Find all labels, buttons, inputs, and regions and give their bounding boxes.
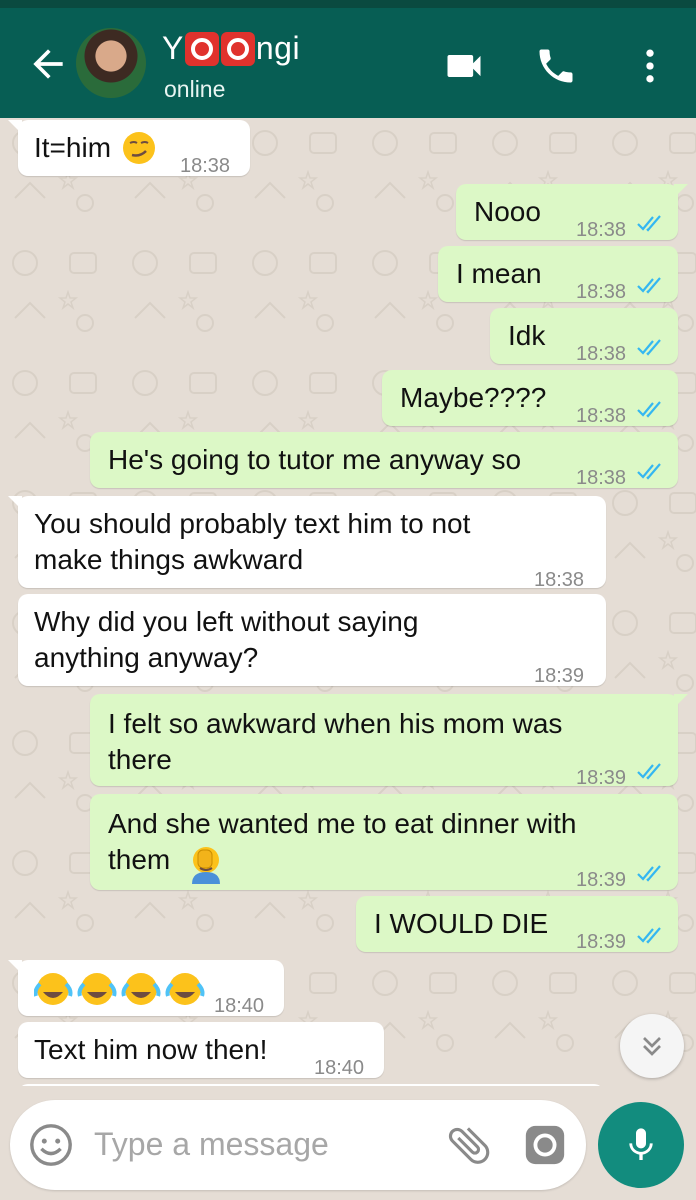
contact-avatar[interactable] (76, 28, 146, 98)
message-bubble-outgoing[interactable]: And she wanted me to eat dinner with the… (90, 794, 678, 891)
message-bubble-incoming[interactable]: You should probably text him to not make… (8, 496, 606, 591)
read-receipt-icon (637, 401, 661, 418)
message-bubble-outgoing[interactable]: I felt so awkward when his mom was there… (90, 694, 688, 789)
read-receipt-icon (637, 277, 661, 294)
more-vert-icon[interactable] (628, 44, 672, 88)
read-receipt-icon (637, 865, 661, 882)
microphone-icon (629, 1128, 653, 1160)
message-time: 18:39 (576, 931, 627, 953)
tears-of-joy-emoji-icon (34, 973, 205, 1005)
message-list[interactable]: It=him 18:38 Nooo 18:38 I mean 18:38 Idk… (0, 118, 696, 1086)
message-time: 18:40 (314, 1057, 365, 1079)
message-text-line: I felt so awkward when his mom was (108, 708, 563, 739)
message-text: He's going to tutor me anyway so (108, 444, 522, 475)
message-time: 18:38 (576, 219, 627, 241)
contact-status: online (164, 76, 226, 102)
video-call-icon[interactable] (442, 44, 486, 88)
message-text: It=him (34, 132, 112, 163)
message-input-placeholder: Type a message (94, 1126, 329, 1162)
message-time: 18:38 (576, 405, 627, 427)
message-bubble-outgoing[interactable]: I WOULD DIE 18:39 (356, 896, 678, 953)
facepalm-emoji-icon (192, 847, 220, 884)
message-text-line: make things awkward (34, 544, 304, 575)
message-time: 18:38 (576, 281, 627, 303)
message-text-line: And she wanted me to eat dinner with (108, 808, 577, 839)
back-arrow-icon[interactable] (26, 42, 70, 86)
message-bubble-outgoing[interactable]: I mean 18:38 (438, 246, 678, 303)
read-receipt-icon (637, 463, 661, 480)
o-button-emoji-icon (184, 31, 219, 66)
message-time: 18:39 (534, 665, 585, 687)
message-text: I WOULD DIE (374, 908, 549, 939)
message-bubble-incoming[interactable]: 18:40 (8, 960, 284, 1017)
message-text-line: You should probably text him to not (34, 508, 471, 539)
message-bubble-incoming[interactable]: Why did you left without saying anything… (18, 594, 606, 687)
message-bubble-outgoing[interactable]: He's going to tutor me anyway so 18:38 (90, 432, 678, 489)
message-text-line: there (108, 744, 172, 775)
read-receipt-icon (637, 763, 661, 780)
message-bubble-incoming[interactable]: Text him now then! 18:40 (18, 1022, 384, 1079)
message-bubble-outgoing[interactable]: Nooo 18:38 (456, 184, 688, 241)
o-button-emoji-icon (220, 31, 255, 66)
message-text-line: anything anyway? (34, 642, 259, 673)
message-text: Maybe???? (400, 382, 547, 413)
message-text: I mean (456, 258, 542, 289)
message-time: 18:39 (576, 767, 627, 789)
message-text: Nooo (474, 196, 541, 227)
message-text-line: them (108, 844, 171, 875)
message-time: 18:40 (214, 995, 265, 1017)
contact-name-prefix: Y (162, 30, 184, 66)
read-receipt-icon (637, 215, 661, 232)
double-chevron-down-icon (643, 1037, 661, 1056)
message-input[interactable]: Type a message (10, 1100, 586, 1190)
camera-icon[interactable] (522, 1122, 568, 1168)
phone-icon[interactable] (534, 44, 578, 88)
message-time: 18:38 (180, 155, 231, 177)
message-time: 18:38 (534, 569, 585, 591)
contact-name-suffix: ngi (255, 30, 301, 66)
read-receipt-icon (637, 339, 661, 356)
scroll-to-bottom-button[interactable] (620, 1014, 684, 1078)
contact-name[interactable]: Y ngi (162, 30, 300, 67)
message-bubble-outgoing[interactable]: Idk 18:38 (490, 308, 678, 365)
smirking-face-emoji-icon (123, 132, 155, 164)
chat-header: Y ngi online (0, 8, 696, 118)
attach-icon[interactable] (444, 1120, 494, 1170)
voice-message-button[interactable] (598, 1102, 684, 1188)
message-text-line: Why did you left without saying (34, 606, 419, 637)
message-text: Idk (508, 320, 546, 351)
emoji-icon[interactable] (28, 1122, 74, 1168)
message-time: 18:39 (576, 869, 627, 891)
status-bar (0, 0, 696, 8)
message-time: 18:38 (576, 467, 627, 489)
message-time: 18:38 (576, 343, 627, 365)
composer-bar: Type a message (0, 1086, 696, 1200)
message-bubble-incoming[interactable]: It=him 18:38 (8, 120, 250, 177)
message-bubble-outgoing[interactable]: Maybe???? 18:38 (382, 370, 678, 427)
message-text: Text him now then! (34, 1034, 268, 1065)
read-receipt-icon (637, 927, 661, 944)
